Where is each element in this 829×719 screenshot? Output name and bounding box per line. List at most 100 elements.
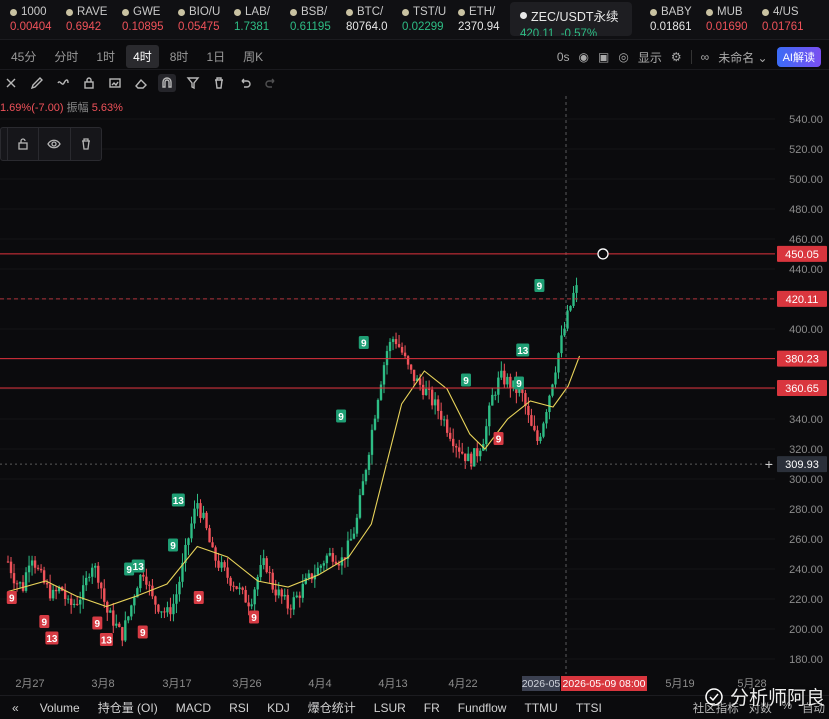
redo-icon[interactable] — [262, 74, 280, 92]
td-count-label: 9 — [170, 541, 176, 552]
ticker-tickers-3[interactable]: BIO/U 0.05475 — [168, 0, 224, 40]
candle-body — [436, 399, 440, 411]
x-tick-label: 2月27 — [15, 678, 44, 690]
indicator-option-2[interactable]: % — [782, 700, 792, 716]
ticker-tickers-2[interactable]: GWE 0.10895 — [112, 0, 168, 40]
candle-body — [217, 560, 220, 568]
delete-icon[interactable] — [69, 128, 101, 160]
candle-body — [412, 369, 416, 382]
candle-body — [265, 558, 268, 573]
candle-body — [54, 589, 58, 592]
indicator-tab-9[interactable]: TTMU — [515, 701, 566, 715]
amplitude-value: 5.63% — [91, 102, 123, 114]
y-tick-label: 180.00 — [789, 654, 823, 666]
ticker-tickers-5[interactable]: BSB/0.61195 — [280, 0, 336, 40]
ticker-tickers-1[interactable]: RAVE 0.6942 — [56, 0, 112, 40]
visibility-icon[interactable] — [106, 74, 124, 92]
indicator-tab-7[interactable]: FR — [415, 701, 449, 715]
indicator-tab-2[interactable]: MACD — [167, 701, 220, 715]
coin-icon — [122, 8, 129, 16]
lock-icon[interactable] — [80, 74, 98, 92]
magnet-icon[interactable] — [158, 74, 176, 92]
ticker-tickers-6[interactable]: BTC/80764.0 — [336, 0, 392, 40]
ai-analysis-button[interactable]: AI解读 — [776, 47, 821, 67]
crosshair-tool-icon[interactable] — [2, 74, 20, 92]
candle-body — [352, 533, 356, 539]
image-icon[interactable]: ▣ — [598, 50, 609, 64]
collapse-chevron-icon[interactable]: « — [2, 701, 31, 715]
candle-body — [388, 341, 392, 352]
indicator-tab-1[interactable]: 持仓量 (OI) — [89, 699, 167, 716]
erase-icon[interactable] — [132, 74, 150, 92]
candle-body — [253, 589, 256, 605]
trash-icon[interactable] — [210, 74, 228, 92]
candle-body — [539, 436, 542, 442]
candle-body — [166, 607, 169, 613]
layout-icon[interactable]: ∞ — [701, 50, 710, 64]
indicator-tab-10[interactable]: TTSI — [567, 701, 611, 715]
interval-4[interactable]: 8时 — [163, 45, 196, 68]
ticker-tickers_right-0[interactable]: BABY 0.01861 — [640, 0, 696, 40]
interval-2[interactable]: 1时 — [89, 45, 122, 68]
interval-3[interactable]: 4时 — [126, 45, 159, 68]
indicator-option-0[interactable]: 社区指标 — [693, 700, 739, 716]
ticker-tickers-8[interactable]: ETH/2370.94 — [448, 0, 504, 40]
ticker-price: 0.01690 — [706, 21, 748, 33]
layout-name-dropdown[interactable]: 未命名 ⌄ — [718, 49, 767, 66]
indicator-tab-3[interactable]: RSI — [220, 701, 258, 715]
candle-body — [364, 469, 368, 482]
y-tick-label: 400.00 — [789, 324, 823, 336]
display-button[interactable]: 显示 — [638, 49, 662, 66]
link-tool-icon[interactable] — [54, 74, 72, 92]
indicator-tab-5[interactable]: 爆仓统计 — [299, 699, 365, 716]
ticker-tickers-7[interactable]: TST/U 0.02299 — [392, 0, 448, 40]
candle-body — [379, 384, 383, 400]
candle-body — [542, 423, 545, 437]
candle-body — [572, 292, 575, 306]
eye-icon[interactable] — [38, 128, 69, 160]
indicator-tab-4[interactable]: KDJ — [258, 701, 299, 715]
interval-6[interactable]: 周K — [236, 45, 270, 68]
td-count-label: 9 — [95, 619, 101, 630]
candle-body — [220, 562, 223, 568]
x-tick-label: 4月13 — [378, 678, 407, 690]
candle-body — [259, 565, 262, 578]
indicator-tab-6[interactable]: LSUR — [365, 701, 415, 715]
interval-0[interactable]: 45分 — [4, 45, 43, 68]
candle-body — [51, 589, 55, 599]
indicator-option-3[interactable]: 自动 — [802, 700, 825, 716]
ticker-tickers_right-1[interactable]: MUB 0.01690 — [696, 0, 752, 40]
unlock-icon[interactable] — [6, 128, 38, 160]
td-count-label: 9 — [140, 628, 146, 639]
candle-body — [424, 388, 428, 396]
indicator-tab-0[interactable]: Volume — [31, 701, 89, 715]
ticker-tickers_right-2[interactable]: 4/US 0.01761 — [752, 0, 808, 40]
candle-body — [545, 412, 548, 424]
undo-icon[interactable] — [236, 74, 254, 92]
display-eye-icon[interactable]: ◎ — [618, 50, 628, 64]
ticker-symbol: BABY — [650, 6, 696, 18]
candle-body — [151, 585, 154, 597]
interval-1[interactable]: 分时 — [47, 45, 85, 68]
candle-body — [142, 574, 145, 577]
candle-body — [69, 598, 73, 606]
ticker-tickers-0[interactable]: 1000 0.00404 — [0, 0, 56, 40]
candle-body — [247, 602, 250, 607]
price-chart[interactable]: 180.00 200.00 220.00 240.00 260.00 280.00 300.… — [0, 96, 829, 694]
filter-icon[interactable] — [184, 74, 202, 92]
indicator-option-1[interactable]: 对数 — [749, 700, 772, 716]
camera-icon[interactable]: ◉ — [579, 50, 589, 64]
ticker-tickers-4[interactable]: LAB/1.7381 — [224, 0, 280, 40]
interval-5[interactable]: 1日 — [199, 45, 232, 68]
settings-icon[interactable]: ⚙ — [671, 50, 682, 64]
candle-body — [488, 405, 491, 427]
coin-icon — [290, 8, 297, 16]
coin-icon — [706, 8, 713, 16]
indicator-tab-8[interactable]: Fundflow — [449, 701, 516, 715]
y-tick-label: 440.00 — [789, 264, 823, 276]
candle-body — [358, 495, 362, 518]
pen-tool-icon[interactable] — [28, 74, 46, 92]
active-ticker[interactable]: ZEC/USDT永续 420.11 -0.57% — [510, 2, 632, 36]
candle-body — [494, 394, 497, 396]
candle-body — [244, 589, 247, 603]
